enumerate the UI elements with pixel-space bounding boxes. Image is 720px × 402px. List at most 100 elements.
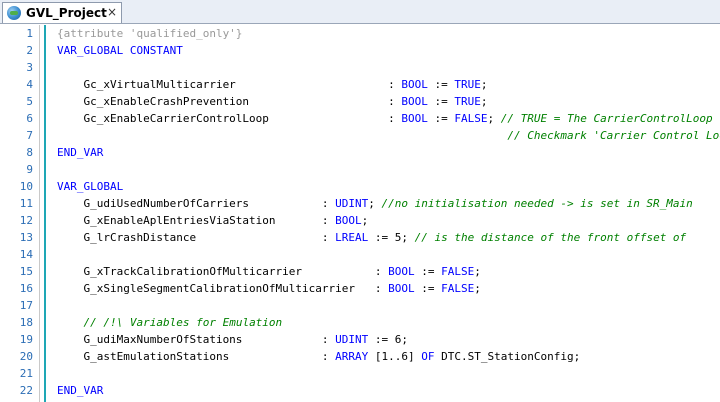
code-text: G_lrCrashDistance : LREAL := 5; // is th… [57,229,686,246]
code-line[interactable]: 13 G_lrCrashDistance : LREAL := 5; // is… [0,229,720,246]
code-token: END_VAR [57,146,104,159]
code-line[interactable]: 20 G_astEmulationStations : ARRAY [1..6]… [0,348,720,365]
line-number: 15 [19,265,33,278]
code-token: {attribute 'qualified_only'} [57,27,243,40]
close-icon[interactable]: × [107,5,117,19]
code-token: TRUE [454,95,481,108]
code-line[interactable]: 11 G_udiUsedNumberOfCarriers : UDINT; //… [0,195,720,212]
line-number: 12 [19,214,33,227]
code-token: ; [368,197,382,210]
code-token: ; [474,265,481,278]
code-text: G_xTrackCalibrationOfMulticarrier : BOOL… [57,263,481,280]
code-line[interactable]: 12 G_xEnableAplEntriesViaStation : BOOL; [0,212,720,229]
code-token: G_xEnableAplEntriesViaStation : [57,214,336,227]
code-token: ; [487,112,501,125]
code-line[interactable]: 10 VAR_GLOBAL [0,178,720,195]
line-number: 16 [19,282,33,295]
code-token: ] [408,350,422,363]
line-number: 19 [19,333,33,346]
code-token: G_udiMaxNumberOfStations : [57,333,336,346]
code-text: Gc_xVirtualMulticarrier : BOOL := TRUE; [57,76,487,93]
code-token: FALSE [441,282,475,295]
code-line[interactable]: 2 VAR_GLOBAL CONSTANT [0,42,720,59]
line-number: 9 [26,163,33,176]
code-token: G_astEmulationStations : [57,350,336,363]
code-token: VAR_GLOBAL [57,180,124,193]
code-line[interactable]: 18 // /!\ Variables for Emulation [0,314,720,331]
code-line[interactable]: 3 [0,59,720,76]
code-line[interactable]: 8 END_VAR [0,144,720,161]
document-tab-bar: GVL_Project × [0,0,720,24]
code-line[interactable]: 16 G_xSingleSegmentCalibrationOfMulticar… [0,280,720,297]
code-text: // /!\ Variables for Emulation [57,314,283,331]
code-token: G_xTrackCalibrationOfMulticarrier : [57,265,389,278]
code-line[interactable]: 14 [0,246,720,263]
code-text: Gc_xEnableCarrierControlLoop : BOOL := F… [57,110,713,127]
code-token: G_lrCrashDistance : [57,231,336,244]
code-token: BOOL [388,265,415,278]
code-token: //no initialisation needed -> is set in … [381,197,693,210]
code-line[interactable]: 6 Gc_xEnableCarrierControlLoop : BOOL :=… [0,110,720,127]
code-token: // TRUE = The CarrierControlLoop [500,112,713,125]
code-token: 1..6 [381,350,409,363]
code-token: ; [401,231,415,244]
code-text: G_xEnableAplEntriesViaStation : BOOL; [57,212,368,229]
code-token: BOOL [335,214,362,227]
code-token: ; [361,214,369,227]
code-token: := [427,112,455,125]
line-number: 2 [26,44,33,57]
code-token: BOOL [401,95,428,108]
code-line[interactable]: 17 [0,297,720,314]
code-token: BOOL [388,282,415,295]
code-token: ; [474,282,481,295]
line-number: 18 [19,316,33,329]
code-token: := [368,231,395,244]
code-text: G_udiMaxNumberOfStations : UDINT := 6; [57,331,408,348]
code-line[interactable]: 9 [0,161,720,178]
code-text: G_astEmulationStations : ARRAY [1..6] OF… [57,348,580,365]
code-token: [ [368,350,382,363]
code-token: BOOL [401,78,428,91]
line-number: 13 [19,231,33,244]
code-token: LREAL [335,231,369,244]
code-line[interactable]: 4 Gc_xVirtualMulticarrier : BOOL := TRUE… [0,76,720,93]
line-number: 14 [19,248,33,261]
code-token: // is the distance of the front offset o… [414,231,687,244]
code-line[interactable]: 7 // Checkmark 'Carrier Control Loo [0,127,720,144]
code-token: Gc_xEnableCrashPrevention : [57,95,402,108]
code-token: TRUE [454,78,481,91]
code-text: END_VAR [57,382,103,399]
tab-gvl-project[interactable]: GVL_Project × [2,2,122,23]
line-number: 21 [19,367,33,380]
code-line[interactable]: 22 END_VAR [0,382,720,399]
code-line[interactable]: 15 G_xTrackCalibrationOfMulticarrier : B… [0,263,720,280]
code-text: G_udiUsedNumberOfCarriers : UDINT; //no … [57,195,693,212]
code-token: FALSE [454,112,488,125]
code-token: Gc_xEnableCarrierControlLoop : [57,112,402,125]
code-line[interactable]: 19 G_udiMaxNumberOfStations : UDINT := 6… [0,331,720,348]
code-token: END_VAR [57,384,104,397]
code-token: := [427,95,455,108]
code-token: ; [401,333,409,346]
globe-icon [7,6,21,20]
code-line[interactable]: 5 Gc_xEnableCrashPrevention : BOOL := TR… [0,93,720,110]
code-text: {attribute 'qualified_only'} [57,25,242,42]
code-token: G_udiUsedNumberOfCarriers : [57,197,336,210]
code-token: := [414,282,442,295]
code-token: DTC.ST_StationConfig; [434,350,581,363]
tab-label: GVL_Project [26,6,107,20]
code-token: OF [421,350,435,363]
code-token: // Checkmark 'Carrier Control Loo [507,129,720,142]
line-number: 17 [19,299,33,312]
code-line[interactable]: 1 {attribute 'qualified_only'} [0,25,720,42]
code-token: := [427,78,455,91]
line-number: 22 [19,384,33,397]
code-text: G_xSingleSegmentCalibrationOfMulticarrie… [57,280,481,297]
code-editor[interactable]: 1 {attribute 'qualified_only'} 2 VAR_GLOBAL… [0,25,720,402]
code-text: END_VAR [57,144,103,161]
code-line[interactable]: 21 [0,365,720,382]
code-token: BOOL [401,112,428,125]
code-token: FALSE [441,265,475,278]
